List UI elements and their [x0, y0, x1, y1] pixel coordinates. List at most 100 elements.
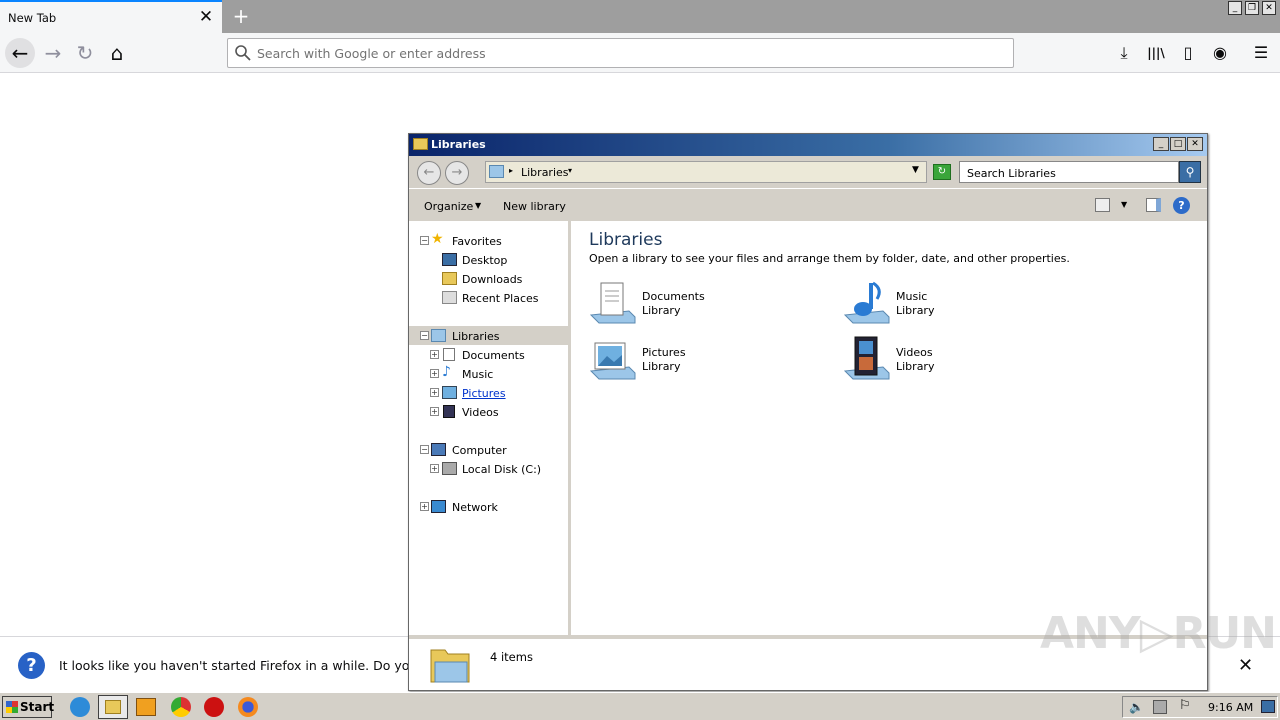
nav-item-computer[interactable]: − Computer [409, 440, 568, 459]
libraries-icon [431, 329, 446, 342]
refresh-icon[interactable]: ↻ [933, 164, 951, 180]
command-bar: Organize ▼ New library ▼ ? [409, 188, 1207, 221]
address-bar[interactable]: ▸ Libraries ▾ ▼ [485, 161, 927, 183]
view-options-icon[interactable] [1095, 198, 1110, 212]
back-arrow-icon[interactable]: ← [417, 161, 441, 185]
tab-new-tab[interactable]: New Tab ✕ [0, 0, 222, 33]
firefox-icon[interactable] [238, 697, 258, 717]
windows-logo-icon [6, 701, 18, 713]
opera-icon[interactable] [204, 697, 224, 717]
restore-button[interactable]: ❐ [1245, 1, 1259, 15]
collapse-icon[interactable]: − [420, 236, 429, 245]
dropdown-icon[interactable]: ▼ [912, 165, 919, 175]
tab-close-icon[interactable]: ✕ [196, 7, 216, 27]
nav-item-documents[interactable]: + Documents [409, 345, 568, 364]
nav-item-desktop[interactable]: Desktop [409, 250, 568, 269]
firefox-navigation-bar: ← → ↻ ⌂ Search with Google or enter addr… [0, 33, 1280, 73]
show-desktop-icon[interactable] [1261, 700, 1275, 713]
collapse-icon[interactable]: − [420, 445, 429, 454]
taskbar: Start 🔈 ⚐ 9:16 AM [0, 692, 1280, 720]
library-pictures[interactable]: Pictures Library [589, 335, 829, 387]
nav-item-local-disk[interactable]: + Local Disk (C:) [409, 459, 568, 478]
nav-item-favorites[interactable]: − ★ Favorites [409, 231, 568, 250]
library-documents[interactable]: Documents Library [589, 279, 829, 331]
preview-pane-icon[interactable] [1146, 198, 1161, 212]
music-library-icon [843, 281, 890, 324]
media-player-icon[interactable] [136, 698, 156, 716]
close-window-button[interactable]: ✕ [1262, 1, 1276, 15]
nav-item-pictures[interactable]: + Pictures [409, 383, 568, 402]
search-placeholder: Search Libraries [967, 167, 1056, 180]
nav-item-music[interactable]: + ♪ Music [409, 364, 568, 383]
search-input[interactable]: Search Libraries [959, 161, 1179, 183]
view-chevron-icon[interactable]: ▼ [1121, 200, 1127, 209]
organize-chevron-icon[interactable]: ▼ [475, 201, 481, 210]
library-music[interactable]: Music Library [843, 279, 1083, 331]
taskbar-explorer-button[interactable] [98, 695, 128, 719]
minimize-button[interactable]: _ [1228, 1, 1242, 15]
forward-button[interactable]: → [38, 38, 68, 68]
home-button[interactable]: ⌂ [102, 38, 132, 68]
folder-icon [413, 138, 428, 150]
nav-label: Libraries [452, 330, 500, 343]
url-bar[interactable]: Search with Google or enter address [227, 38, 1014, 68]
new-library-button[interactable]: New library [503, 200, 566, 213]
volume-icon[interactable]: 🔈 [1129, 700, 1144, 714]
nav-item-videos[interactable]: + Videos [409, 402, 568, 421]
organize-button[interactable]: Organize [424, 200, 473, 213]
forward-arrow-icon[interactable]: → [445, 161, 469, 185]
downloads-folder-icon [442, 272, 457, 285]
library-type: Library [642, 304, 681, 317]
library-icon[interactable]: |||\ [1145, 42, 1167, 64]
address-toolbar: ← → ▸ Libraries ▾ ▼ ↻ Search Libraries ⚲ [409, 156, 1207, 188]
flag-icon[interactable]: ⚐ [1179, 698, 1191, 713]
chrome-icon[interactable] [171, 697, 191, 717]
reload-button[interactable]: ↻ [70, 38, 100, 68]
minimize-button[interactable]: _ [1153, 137, 1169, 151]
help-icon[interactable]: ? [1173, 197, 1190, 214]
search-icon[interactable]: ⚲ [1179, 161, 1201, 183]
expand-icon[interactable]: + [430, 369, 439, 378]
firefox-tab-strip: New Tab ✕ + _ ❐ ✕ [0, 0, 1280, 33]
close-button[interactable]: ✕ [1187, 137, 1203, 151]
new-tab-button[interactable]: + [228, 4, 254, 28]
account-icon[interactable]: ◉ [1209, 42, 1231, 64]
expand-icon[interactable]: + [430, 388, 439, 397]
back-button[interactable]: ← [5, 38, 35, 68]
start-button[interactable]: Start [2, 696, 54, 718]
nav-item-downloads[interactable]: Downloads [409, 269, 568, 288]
library-name: Documents [642, 290, 705, 303]
nav-label: Local Disk (C:) [462, 463, 542, 476]
nav-label: Recent Places [462, 292, 539, 305]
pictures-library-icon [589, 342, 636, 380]
maximize-button[interactable]: □ [1170, 137, 1186, 151]
nav-item-recent-places[interactable]: Recent Places [409, 288, 568, 307]
ie-icon[interactable] [70, 697, 90, 717]
expand-icon[interactable]: + [430, 407, 439, 416]
notification-message: It looks like you haven't started Firefo… [59, 658, 440, 673]
chevron-down-icon[interactable]: ▾ [568, 166, 572, 175]
explorer-title-bar[interactable]: Libraries _ □ ✕ [409, 134, 1207, 156]
expand-icon[interactable]: + [430, 464, 439, 473]
desktop-icon [442, 253, 457, 266]
nav-item-libraries[interactable]: − Libraries [409, 326, 568, 345]
nav-label: Downloads [462, 273, 523, 286]
question-icon: ? [18, 652, 45, 679]
nav-item-network[interactable]: + Network [409, 497, 568, 516]
star-icon: ★ [431, 231, 444, 247]
chevron-icon[interactable]: ▸ [509, 166, 513, 175]
videos-library-icon [843, 336, 890, 380]
menu-icon[interactable]: ☰ [1250, 42, 1272, 64]
network-tray-icon[interactable] [1153, 700, 1167, 714]
page-title: Libraries [589, 230, 663, 250]
folder-icon [105, 700, 121, 714]
library-name: Pictures [642, 346, 686, 359]
nav-label: Videos [462, 406, 499, 419]
downloads-icon[interactable]: ⤓ [1113, 42, 1135, 64]
expand-icon[interactable]: + [420, 502, 429, 511]
nav-label: Favorites [452, 235, 502, 248]
expand-icon[interactable]: + [430, 350, 439, 359]
sidebar-icon[interactable]: ▯ [1177, 42, 1199, 64]
collapse-icon[interactable]: − [420, 331, 429, 340]
library-videos[interactable]: Videos Library [843, 335, 1083, 387]
